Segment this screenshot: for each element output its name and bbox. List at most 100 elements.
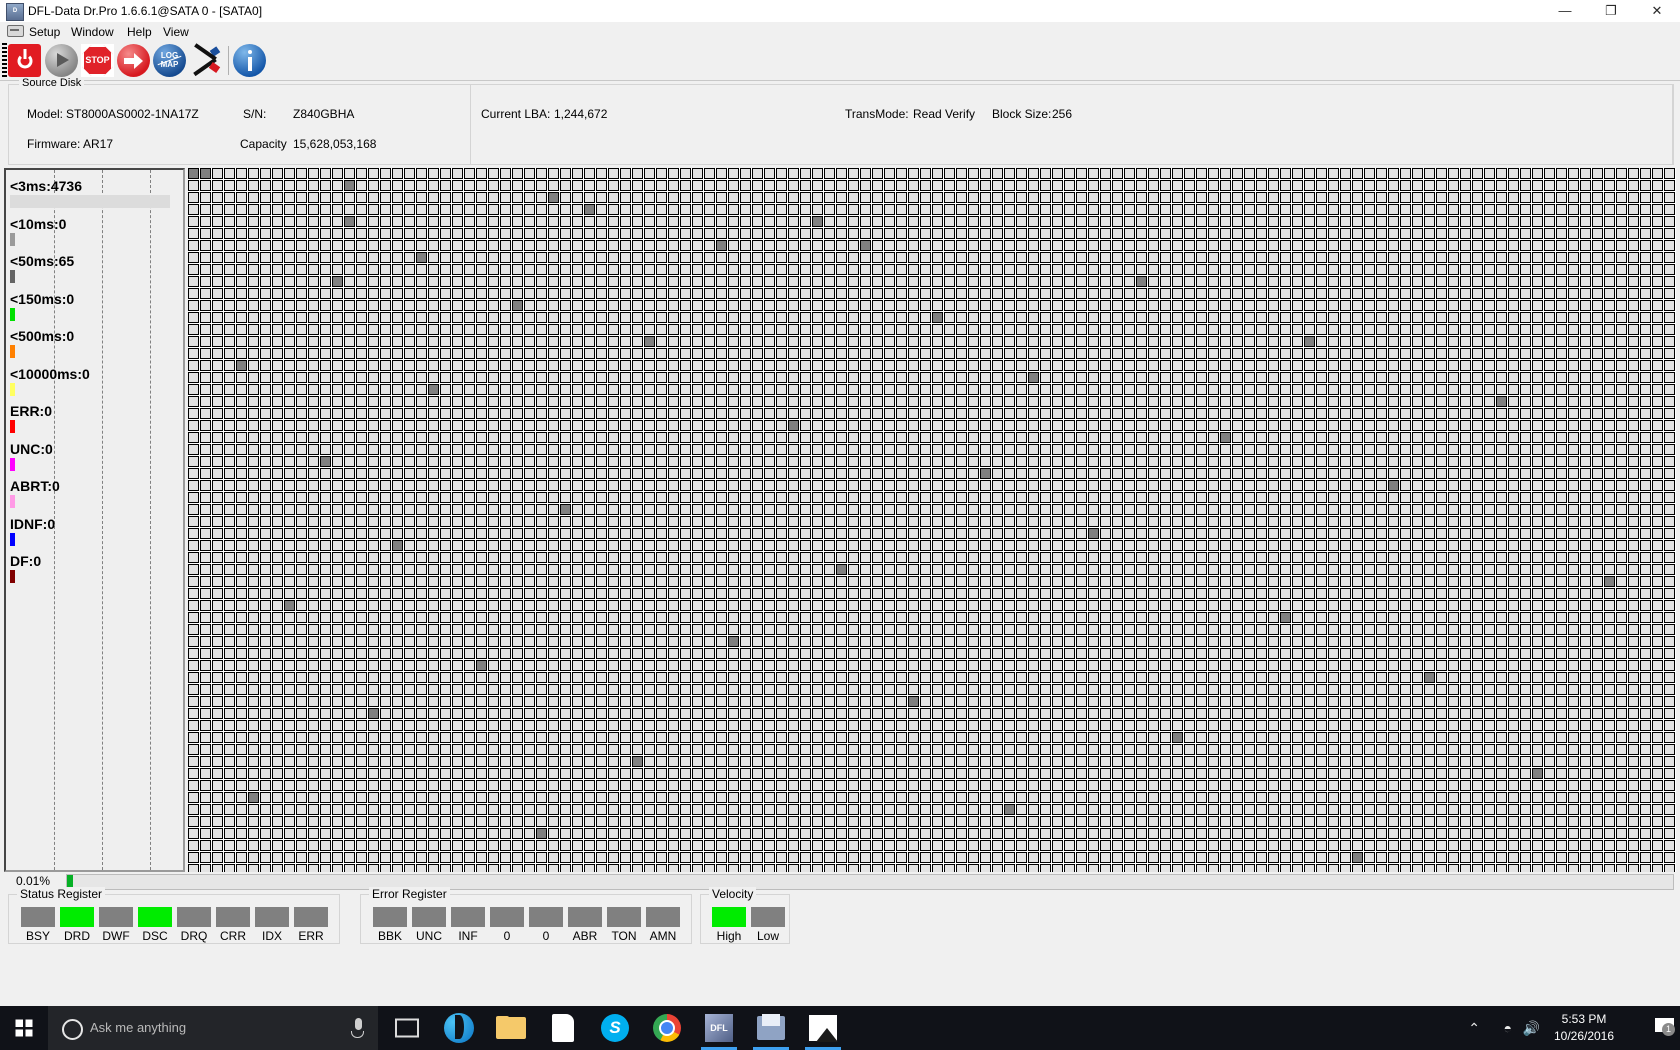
map-cell[interactable] — [1544, 588, 1555, 599]
map-cell[interactable] — [1100, 444, 1111, 455]
map-cell[interactable] — [1592, 180, 1603, 191]
map-cell[interactable] — [1172, 444, 1183, 455]
map-cell[interactable] — [1328, 624, 1339, 635]
map-cell[interactable] — [188, 240, 199, 251]
map-cell[interactable] — [668, 612, 679, 623]
map-cell[interactable] — [224, 456, 235, 467]
map-cell[interactable] — [224, 636, 235, 647]
map-cell[interactable] — [1556, 624, 1567, 635]
map-cell[interactable] — [1100, 492, 1111, 503]
map-cell[interactable] — [1388, 504, 1399, 515]
map-cell[interactable] — [416, 528, 427, 539]
map-cell[interactable] — [1664, 336, 1675, 347]
map-cell[interactable] — [1088, 300, 1099, 311]
map-cell[interactable] — [1604, 480, 1615, 491]
map-cell[interactable] — [248, 564, 259, 575]
map-cell[interactable] — [824, 480, 835, 491]
map-cell[interactable] — [1628, 564, 1639, 575]
map-cell[interactable] — [368, 612, 379, 623]
map-cell[interactable] — [1076, 348, 1087, 359]
map-cell[interactable] — [1172, 480, 1183, 491]
map-cell[interactable] — [1412, 192, 1423, 203]
map-cell[interactable] — [1532, 612, 1543, 623]
map-cell[interactable] — [1376, 420, 1387, 431]
map-cell[interactable] — [1280, 240, 1291, 251]
map-cell[interactable] — [884, 396, 895, 407]
map-cell[interactable] — [1268, 480, 1279, 491]
map-cell[interactable] — [1184, 432, 1195, 443]
map-cell[interactable] — [1472, 456, 1483, 467]
map-cell[interactable] — [1280, 480, 1291, 491]
map-cell[interactable] — [860, 180, 871, 191]
map-cell[interactable] — [356, 444, 367, 455]
map-cell[interactable] — [188, 528, 199, 539]
map-cell[interactable] — [692, 168, 703, 179]
map-cell[interactable] — [716, 336, 727, 347]
map-cell[interactable] — [1172, 384, 1183, 395]
map-cell[interactable] — [692, 372, 703, 383]
map-cell[interactable] — [872, 408, 883, 419]
map-cell[interactable] — [500, 504, 511, 515]
map-cell[interactable] — [344, 396, 355, 407]
map-cell[interactable] — [896, 216, 907, 227]
map-cell[interactable] — [1244, 432, 1255, 443]
map-cell[interactable] — [1316, 564, 1327, 575]
map-cell[interactable] — [1652, 204, 1663, 215]
map-cell[interactable] — [512, 636, 523, 647]
map-cell[interactable] — [644, 444, 655, 455]
map-cell[interactable] — [584, 516, 595, 527]
map-cell[interactable] — [1220, 276, 1231, 287]
map-cell[interactable] — [620, 312, 631, 323]
map-cell[interactable] — [776, 624, 787, 635]
map-cell[interactable] — [488, 192, 499, 203]
map-cell[interactable] — [776, 204, 787, 215]
map-cell[interactable] — [584, 624, 595, 635]
map-cell[interactable] — [1484, 276, 1495, 287]
map-cell[interactable] — [320, 576, 331, 587]
map-cell[interactable] — [1124, 396, 1135, 407]
map-cell[interactable] — [1112, 384, 1123, 395]
map-cell[interactable] — [584, 432, 595, 443]
map-cell[interactable] — [1664, 396, 1675, 407]
map-cell[interactable] — [632, 444, 643, 455]
map-cell[interactable] — [812, 576, 823, 587]
map-cell[interactable] — [1124, 480, 1135, 491]
map-cell[interactable] — [1316, 228, 1327, 239]
map-cell[interactable] — [1412, 624, 1423, 635]
map-cell[interactable] — [908, 516, 919, 527]
map-cell[interactable] — [1556, 612, 1567, 623]
map-cell[interactable] — [1532, 492, 1543, 503]
map-cell[interactable] — [740, 636, 751, 647]
map-cell[interactable] — [452, 516, 463, 527]
map-cell[interactable] — [428, 492, 439, 503]
map-cell[interactable] — [1196, 360, 1207, 371]
map-cell[interactable] — [512, 348, 523, 359]
map-cell[interactable] — [440, 264, 451, 275]
map-cell[interactable] — [1472, 480, 1483, 491]
map-cell[interactable] — [884, 240, 895, 251]
map-cell[interactable] — [1436, 408, 1447, 419]
map-cell[interactable] — [1112, 216, 1123, 227]
map-cell[interactable] — [1364, 540, 1375, 551]
map-cell[interactable] — [356, 564, 367, 575]
map-cell[interactable] — [980, 552, 991, 563]
map-cell[interactable] — [656, 396, 667, 407]
map-cell[interactable] — [1580, 276, 1591, 287]
map-cell[interactable] — [728, 636, 739, 647]
map-cell[interactable] — [488, 636, 499, 647]
map-cell[interactable] — [1652, 456, 1663, 467]
map-cell[interactable] — [1664, 276, 1675, 287]
map-cell[interactable] — [1376, 240, 1387, 251]
map-cell[interactable] — [1328, 384, 1339, 395]
map-cell[interactable] — [1100, 168, 1111, 179]
map-cell[interactable] — [1016, 228, 1027, 239]
map-cell[interactable] — [836, 288, 847, 299]
map-cell[interactable] — [836, 612, 847, 623]
map-cell[interactable] — [1388, 276, 1399, 287]
map-cell[interactable] — [584, 576, 595, 587]
map-cell[interactable] — [1184, 528, 1195, 539]
map-cell[interactable] — [572, 564, 583, 575]
map-cell[interactable] — [836, 168, 847, 179]
map-cell[interactable] — [392, 504, 403, 515]
map-cell[interactable] — [476, 324, 487, 335]
